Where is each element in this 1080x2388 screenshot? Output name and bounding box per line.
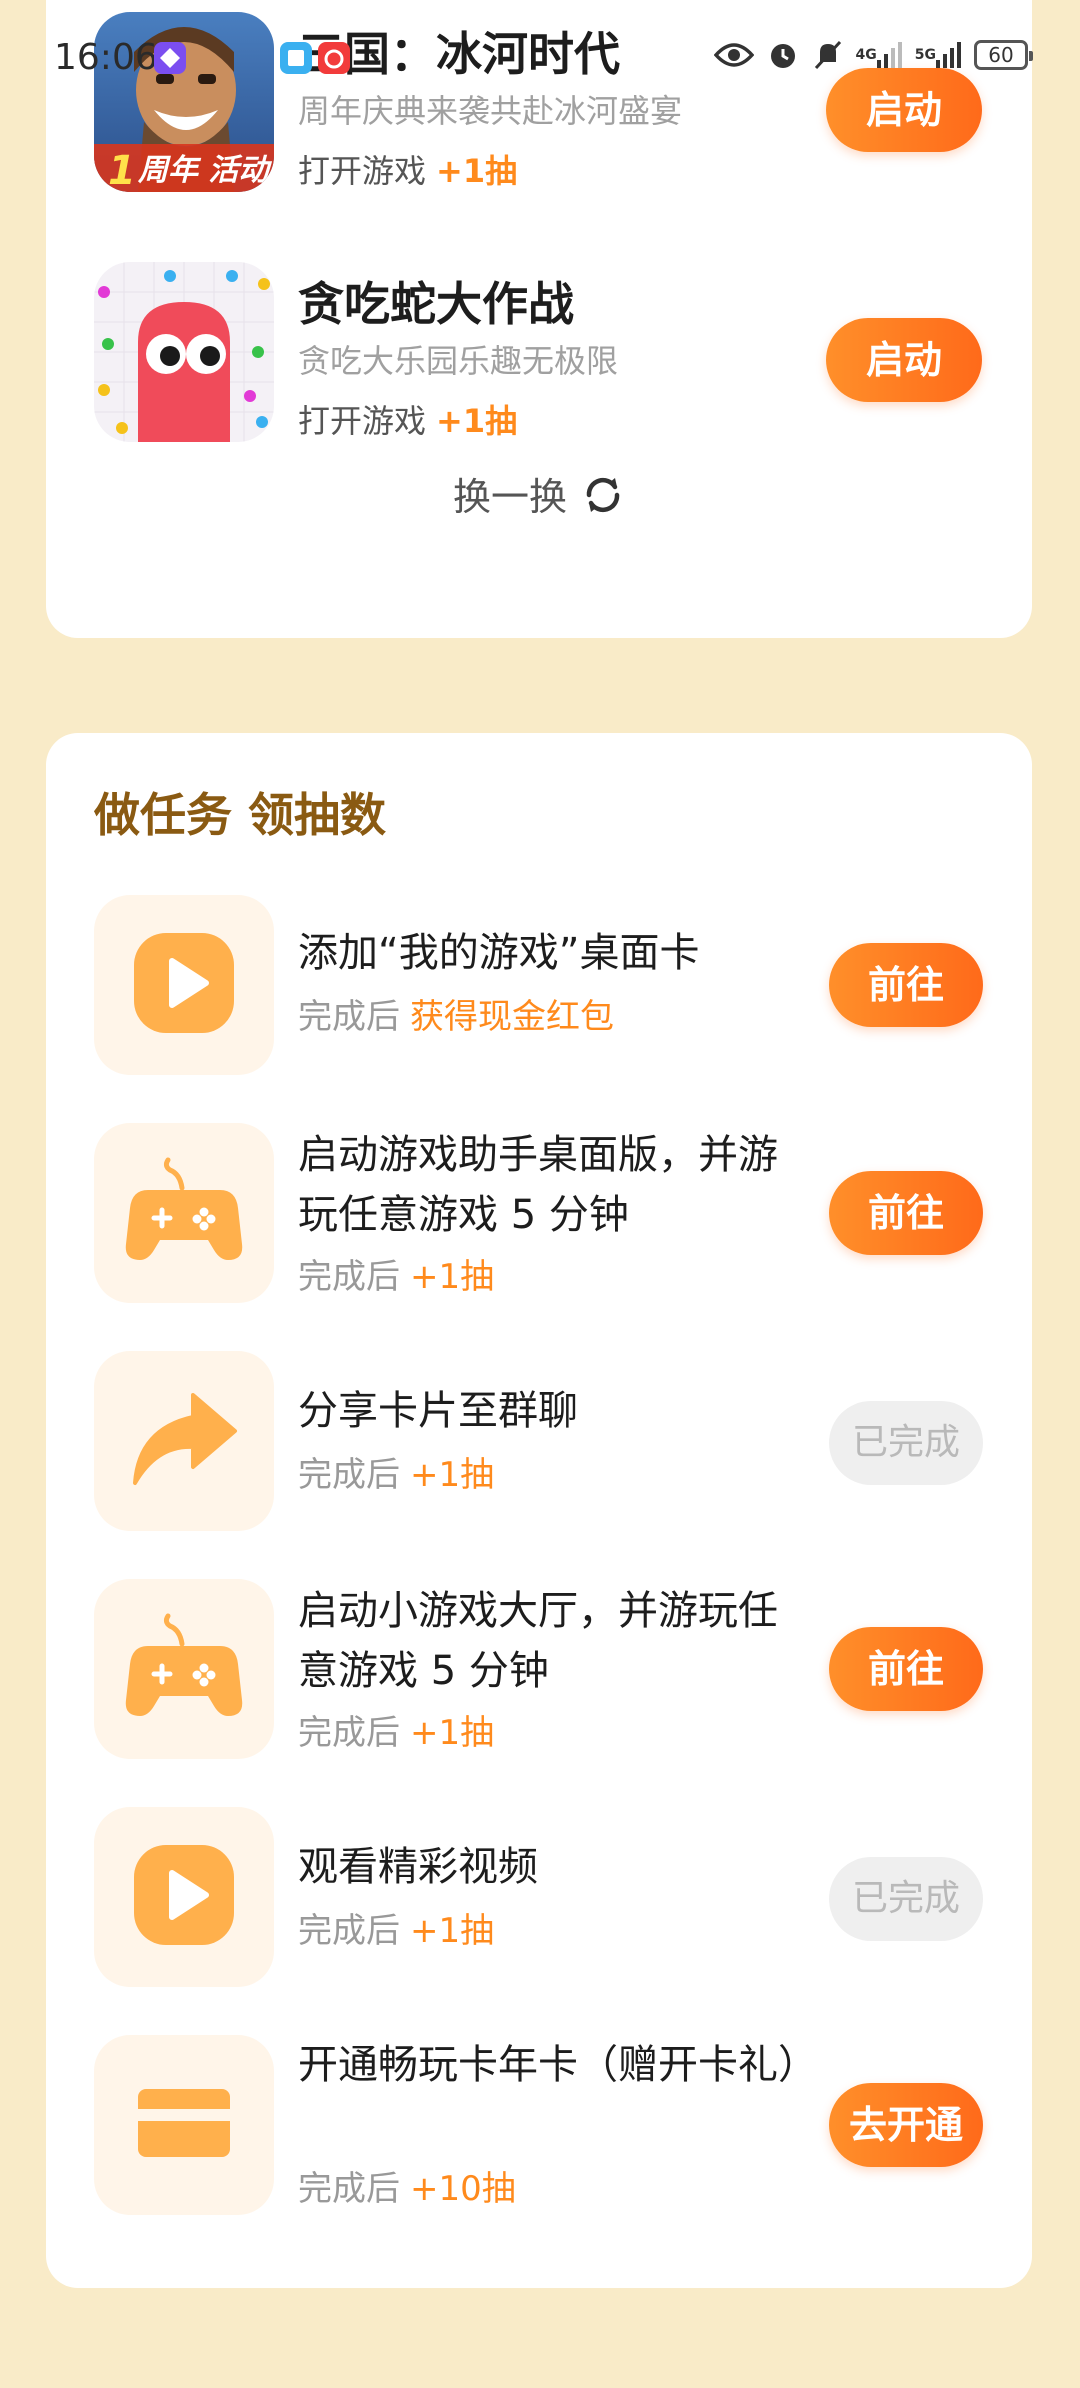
task-reward-prefix: 完成后 <box>298 997 400 1037</box>
battery-icon: 60 <box>974 40 1033 70</box>
task-icon-box <box>94 1807 274 1987</box>
task-reward-value: +1抽 <box>410 1257 495 1297</box>
refresh-icon <box>581 473 625 526</box>
task-title: 添加“我的游戏”桌面卡 <box>298 930 700 976</box>
task-reward: 完成后 +1抽 <box>298 1249 494 1298</box>
mute-bell-icon <box>812 38 844 72</box>
task-reward-prefix: 完成后 <box>298 1257 400 1297</box>
game-icon-badge-text: 周年 活动 <box>137 153 272 188</box>
task-go-button[interactable]: 前往 <box>829 1171 983 1255</box>
game-action-label: 打开游戏 <box>298 402 427 440</box>
game-subtitle: 周年庆典来袭共赴冰河盛宴 <box>298 92 683 130</box>
game-action-label: 打开游戏 <box>298 152 427 190</box>
open-card-button[interactable]: 去开通 <box>829 2083 983 2167</box>
task-go-button[interactable]: 前往 <box>829 943 983 1027</box>
task-icon-box <box>94 1351 274 1531</box>
task-title: 启动小游戏大厅，并游玩任意游戏 5 分钟 <box>298 1588 778 1694</box>
eye-icon <box>713 41 754 69</box>
task-reward: 完成后 +1抽 <box>298 1447 494 1496</box>
gamepad-icon <box>124 1612 244 1726</box>
tasks-card: 做任务 领抽数 添加“我的游戏”桌面卡 完成后 获得现金红包 前往 启动游戏助手桌… <box>46 733 1032 2288</box>
task-reward-value: +10抽 <box>410 2169 516 2209</box>
network-label: 5G <box>914 47 936 63</box>
task-completed-button[interactable]: 已完成 <box>829 1857 983 1941</box>
network-label: 4G <box>855 47 877 63</box>
task-title: 启动游戏助手桌面版，并游玩任意游戏 5 分钟 <box>298 1132 778 1238</box>
task-reward: 完成后 获得现金红包 <box>298 989 614 1038</box>
task-reward: 完成后 +1抽 <box>298 1705 494 1754</box>
task-reward-value: +1抽 <box>410 1713 495 1753</box>
task-reward-prefix: 完成后 <box>298 1911 400 1951</box>
book-notification-icon <box>280 42 312 74</box>
alarm-notification-icon <box>318 42 350 74</box>
task-reward-value: +1抽 <box>410 1911 495 1951</box>
task-icon-box <box>94 1579 274 1759</box>
battery-level: 60 <box>988 43 1014 67</box>
launch-game-button[interactable]: 启动 <box>826 68 982 152</box>
share-icon <box>129 1391 239 1491</box>
task-reward-value: +1抽 <box>410 1455 495 1495</box>
task-icon-box <box>94 1123 274 1303</box>
task-reward-value: 获得现金红包 <box>410 997 614 1037</box>
task-reward-prefix: 完成后 <box>298 1455 400 1495</box>
task-completed-button[interactable]: 已完成 <box>829 1401 983 1485</box>
play-icon <box>130 1841 238 1953</box>
recommended-games-card: 1 周年 活动 三国：冰河时代 周年庆典来袭共赴冰河盛宴 打开游戏+1抽 启动 <box>46 0 1032 638</box>
gamepad-icon <box>124 1156 244 1270</box>
status-icons: 4G 5G 60 <box>713 38 1033 72</box>
signal-4g-icon: 4G <box>856 42 903 68</box>
task-icon-box <box>94 2035 274 2215</box>
launch-game-button[interactable]: 启动 <box>826 318 982 402</box>
refresh-label: 换一换 <box>452 475 567 519</box>
task-reward-prefix: 完成后 <box>298 2169 400 2209</box>
game-subtitle: 贪吃大乐园乐趣无极限 <box>298 342 619 380</box>
task-title: 观看精彩视频 <box>298 1844 538 1890</box>
card-icon <box>134 2083 234 2167</box>
task-reward-prefix: 完成后 <box>298 1713 400 1753</box>
task-title: 开通畅玩卡年卡（赠开卡礼） <box>298 2042 818 2088</box>
back-arrow-icon[interactable] <box>40 134 96 194</box>
svg-text:1: 1 <box>108 148 136 192</box>
signal-5g-icon: 5G <box>915 42 962 68</box>
game-action: 打开游戏 +1抽 <box>298 146 517 192</box>
alarm-icon <box>766 38 800 72</box>
task-reward: 完成后 +10抽 <box>298 2161 516 2210</box>
game-action: 打开游戏 +1抽 <box>298 396 517 442</box>
status-time: 16:06 <box>54 37 158 78</box>
tasks-section-title: 做任务 领抽数 <box>94 788 387 842</box>
game-reward: +1抽 <box>436 402 518 440</box>
game-icon-snake[interactable] <box>94 262 274 442</box>
task-reward: 完成后 +1抽 <box>298 1903 494 1952</box>
task-icon-box <box>94 895 274 1075</box>
task-title: 分享卡片至群聊 <box>298 1388 578 1434</box>
game-title: 贪吃蛇大作战 <box>298 277 574 331</box>
task-go-button[interactable]: 前往 <box>829 1627 983 1711</box>
refresh-games-button[interactable]: 换一换 <box>46 466 1032 526</box>
app-notification-icon <box>154 42 186 74</box>
play-icon <box>130 929 238 1041</box>
game-reward: +1抽 <box>436 152 518 190</box>
